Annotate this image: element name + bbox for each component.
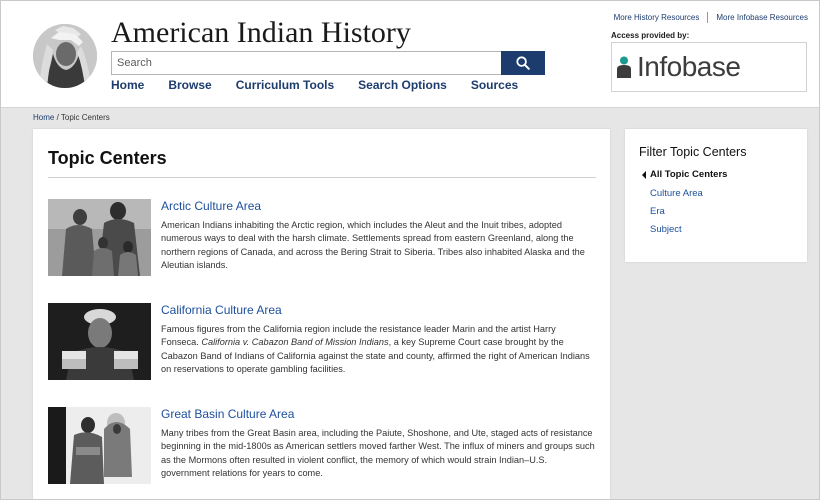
nav-sources[interactable]: Sources (471, 78, 518, 92)
filter-panel: Filter Topic Centers All Topic Centers C… (625, 129, 807, 262)
search-icon (516, 56, 530, 70)
california-photo (48, 303, 151, 380)
topic-description-arctic: American Indians inhabiting the Arctic r… (161, 220, 585, 271)
court-case-title: California v. Cabazon Band of Mission In… (201, 337, 389, 348)
topic-thumbnail-great-basin[interactable] (48, 407, 151, 484)
nav-browse[interactable]: Browse (168, 78, 211, 92)
topic-description-california: Famous figures from the California regio… (161, 323, 596, 377)
infobase-logo-icon (617, 56, 631, 78)
site-header: American Indian History Home Browse Curr… (0, 0, 820, 108)
search-button[interactable] (501, 51, 545, 75)
filter-subject[interactable]: Subject (650, 224, 682, 235)
topic-centers-panel: Topic Centers Arctic Culture Area Americ… (33, 129, 610, 500)
arctic-photo (48, 199, 151, 276)
great-basin-photo (48, 407, 151, 484)
breadcrumb: Home / Topic Centers (33, 113, 110, 122)
page-title: Topic Centers (48, 148, 167, 168)
caret-left-icon (642, 170, 646, 179)
topic-thumbnail-california[interactable] (48, 303, 151, 380)
topic-description-great-basin: Many tribes from the Great Basin area, i… (161, 428, 595, 479)
filter-title: Filter Topic Centers (639, 145, 747, 159)
partner-logo-box[interactable]: Infobase (611, 42, 807, 92)
title-divider (48, 177, 596, 178)
nav-curriculum-tools[interactable]: Curriculum Tools (236, 78, 334, 92)
main-nav: Home Browse Curriculum Tools Search Opti… (111, 78, 542, 92)
breadcrumb-home[interactable]: Home (33, 113, 54, 122)
topic-thumbnail-arctic[interactable] (48, 199, 151, 276)
utility-links: More History Resources More Infobase Res… (614, 12, 808, 23)
link-divider (707, 12, 709, 23)
filter-culture-area[interactable]: Culture Area (650, 188, 703, 199)
search-input[interactable] (111, 51, 502, 75)
partner-name: Infobase (637, 51, 741, 82)
site-logo-portrait (33, 24, 97, 88)
access-label: Access provided by: (611, 31, 690, 40)
topic-link-california[interactable]: California Culture Area (161, 303, 282, 317)
nav-home[interactable]: Home (111, 78, 144, 92)
nav-search-options[interactable]: Search Options (358, 78, 447, 92)
filter-all-label: All Topic Centers (650, 169, 728, 180)
site-title[interactable]: American Indian History (111, 16, 411, 50)
topic-link-great-basin[interactable]: Great Basin Culture Area (161, 407, 294, 421)
more-history-resources-link[interactable]: More History Resources (614, 13, 700, 22)
breadcrumb-current: Topic Centers (60, 113, 110, 122)
filter-era[interactable]: Era (650, 206, 665, 217)
topic-link-arctic[interactable]: Arctic Culture Area (161, 199, 261, 213)
site-logo[interactable] (33, 24, 97, 88)
filter-all-topic-centers[interactable]: All Topic Centers (642, 169, 727, 180)
more-infobase-resources-link[interactable]: More Infobase Resources (716, 13, 808, 22)
